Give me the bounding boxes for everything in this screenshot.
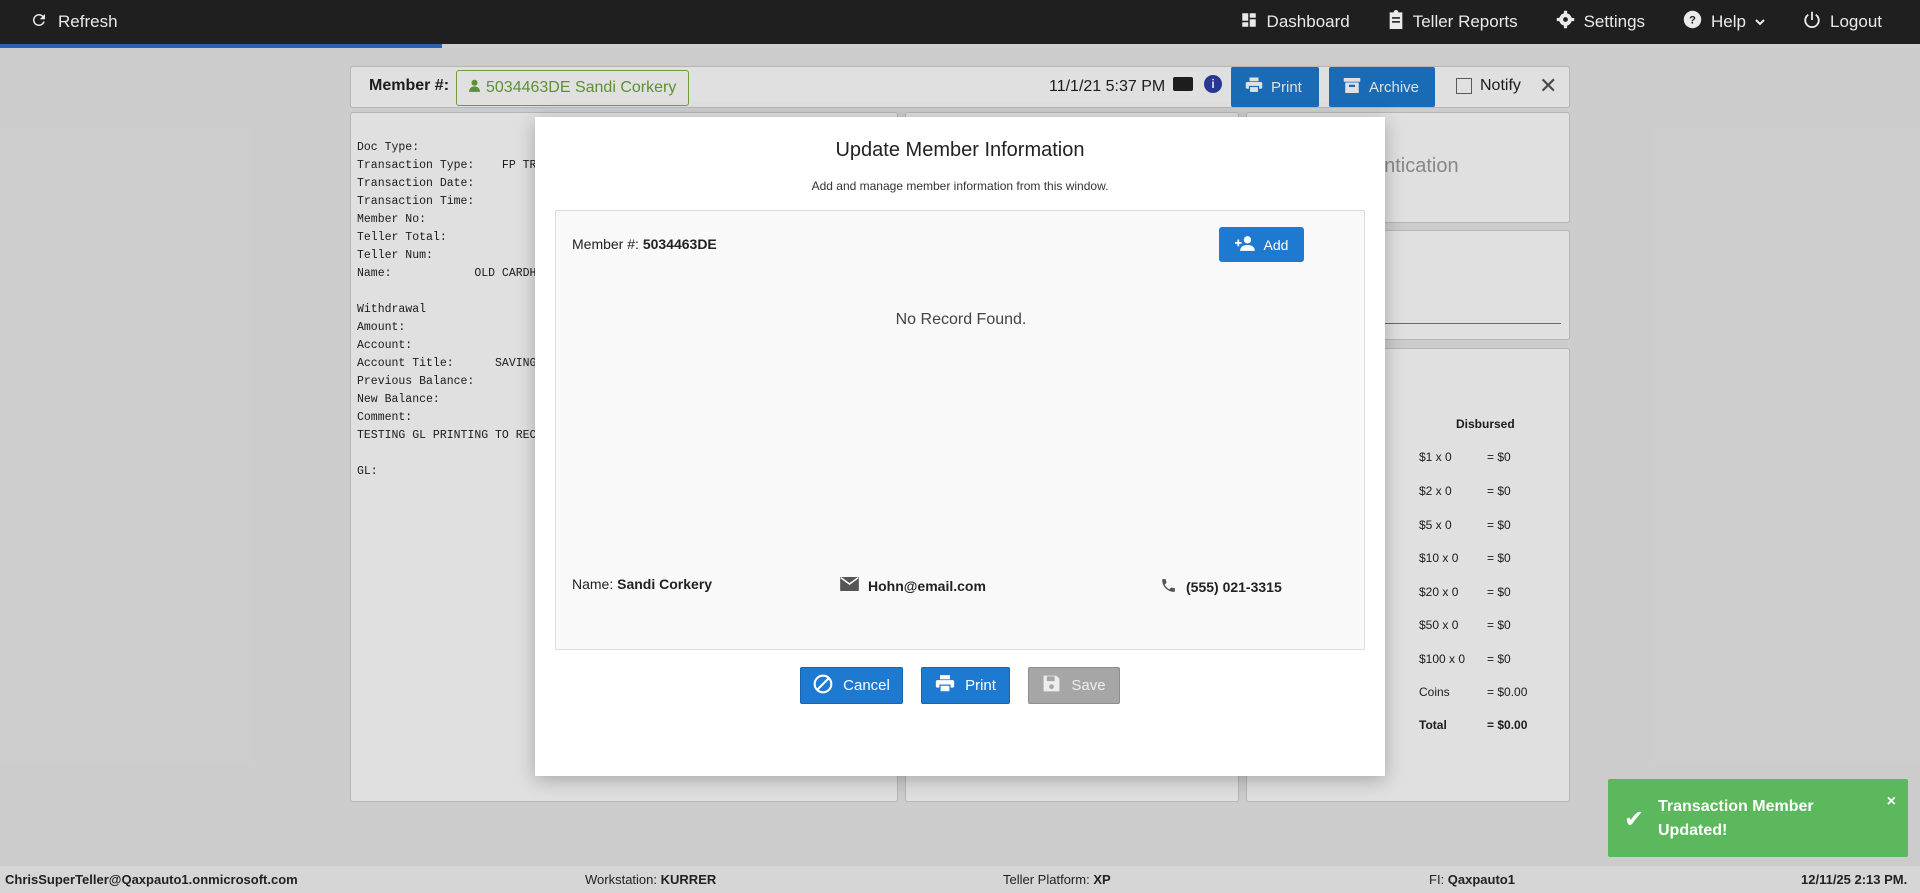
refresh-button[interactable]: Refresh (30, 0, 118, 44)
modal-subtitle: Add and manage member information from t… (811, 179, 1109, 193)
cancel-button[interactable]: Cancel (800, 667, 903, 704)
modal-member-number: Member #: 5034463DE (572, 236, 717, 252)
status-fi-label: FI: (1429, 872, 1445, 887)
status-workstation-value: KURRER (660, 872, 717, 887)
name-label: Name: (572, 576, 614, 592)
power-icon (1803, 11, 1821, 34)
help-icon: ? (1683, 10, 1702, 34)
status-datetime: 12/11/25 2:13 PM. (1801, 872, 1907, 887)
status-platform: Teller Platform: XP (1003, 872, 1111, 887)
phone-icon (1160, 577, 1177, 597)
gear-icon (1556, 10, 1575, 34)
toast-line-1: Transaction Member (1658, 798, 1814, 815)
nav-teller-reports[interactable]: Teller Reports (1388, 10, 1518, 34)
add-label: Add (1263, 236, 1289, 253)
toast-message: Transaction Member Updated! (1658, 795, 1814, 843)
member-phone: (555) 021-3315 (1160, 577, 1282, 597)
svg-text:?: ? (1689, 14, 1696, 26)
status-user-value: ChrisSuperTeller@Qaxpauto1.onmicrosoft.c… (5, 872, 298, 887)
modal-title: Update Member Information (835, 139, 1085, 161)
status-datetime-value: 12/11/25 2:13 PM. (1801, 872, 1908, 887)
status-workstation-label: Workstation: (585, 872, 658, 887)
refresh-label: Refresh (58, 12, 118, 31)
update-member-modal: Update Member Information Add and manage… (535, 117, 1385, 776)
modal-print-label: Print (965, 677, 996, 694)
modal-member-label: Member #: (572, 236, 639, 252)
email-value: Hohn@email.com (868, 577, 986, 594)
cancel-icon (813, 674, 833, 698)
member-email: Hohn@email.com (840, 577, 986, 594)
dashboard-icon (1240, 11, 1258, 34)
email-icon (840, 577, 859, 594)
chevron-down-icon (1755, 12, 1765, 32)
toast-line-2: Updated! (1658, 822, 1728, 839)
check-icon: ✔ (1624, 806, 1645, 833)
nav-dashboard[interactable]: Dashboard (1240, 11, 1350, 34)
status-platform-value: XP (1093, 872, 1111, 887)
nav-teller-reports-label: Teller Reports (1412, 12, 1518, 31)
nav-help[interactable]: ? Help (1683, 10, 1765, 34)
status-fi: FI: Qaxpauto1 (1429, 872, 1515, 887)
status-platform-label: Teller Platform: (1003, 872, 1090, 887)
success-toast: ✔ Transaction Member Updated! × (1608, 779, 1908, 857)
top-nav-bar: Refresh Dashboard Teller Reports Setting… (0, 0, 1920, 44)
nav-settings-label: Settings (1583, 12, 1646, 31)
modal-member-value: 5034463DE (642, 236, 717, 252)
status-bar: ChrisSuperTeller@Qaxpauto1.onmicrosoft.c… (0, 866, 1920, 893)
nav-dashboard-label: Dashboard (1266, 12, 1350, 31)
clipboard-icon (1388, 10, 1404, 34)
save-icon (1042, 674, 1061, 697)
nav-logout[interactable]: Logout (1803, 11, 1882, 34)
cancel-label: Cancel (843, 677, 890, 694)
status-fi-value: Qaxpauto1 (1447, 872, 1515, 887)
phone-value: (555) 021-3315 (1186, 579, 1282, 595)
nav-help-label: Help (1711, 12, 1746, 31)
modal-print-button[interactable]: Print (921, 667, 1010, 704)
add-button[interactable]: Add (1219, 227, 1304, 262)
nav-logout-label: Logout (1830, 12, 1882, 31)
nav-settings[interactable]: Settings (1556, 10, 1645, 34)
no-record-message: No Record Found. (895, 311, 1027, 328)
add-user-icon (1234, 235, 1257, 254)
save-label: Save (1071, 677, 1106, 694)
printer-icon (935, 675, 955, 696)
name-value: Sandi Corkery (617, 576, 713, 592)
member-info-panel: Member #: 5034463DE Add No Record Found.… (555, 210, 1365, 650)
status-user: ChrisSuperTeller@Qaxpauto1.onmicrosoft.c… (5, 872, 298, 887)
save-button[interactable]: Save (1028, 667, 1120, 704)
toast-close-button[interactable]: × (1887, 793, 1896, 811)
refresh-icon (30, 11, 48, 34)
member-name: Name: Sandi Corkery (572, 576, 712, 592)
status-workstation: Workstation: KURRER (585, 872, 716, 887)
